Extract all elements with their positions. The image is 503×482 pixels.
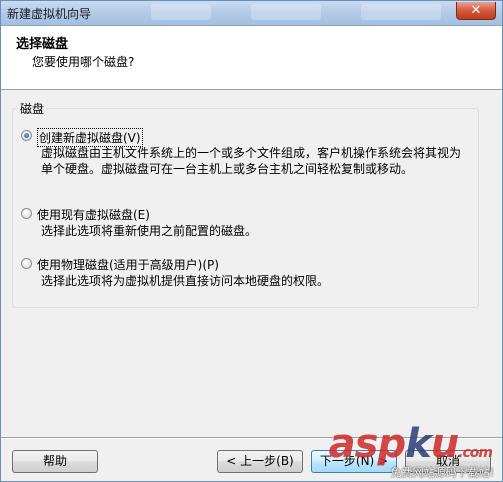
disk-group-legend: 磁盘 (18, 100, 47, 117)
watermark-brand-part: k (405, 421, 432, 467)
background-tab-ghost (151, 4, 211, 20)
site-watermark-logo: aspku.com (328, 421, 493, 467)
radio-button[interactable] (21, 258, 32, 269)
watermark-brand-part: asp (328, 421, 406, 467)
page-subtitle: 您要使用哪个磁盘? (32, 55, 135, 69)
window-title: 新建虚拟机向导 (7, 7, 92, 21)
watermark-brand-part: u (430, 421, 460, 467)
watermark-tagline: 免费网站源码下载站! (390, 466, 494, 479)
description-use-physical-disk: 选择此选项将为虚拟机提供直接访问本地硬盘的权限。 (41, 274, 330, 288)
description-create-new-disk: 虚拟磁盘由主机文件系统上的一个或多个文件组成，客户机操作系统会将其视为单个硬盘。… (41, 146, 462, 176)
close-icon: ✕ (470, 3, 482, 18)
back-button[interactable]: < 上一步(B) (217, 450, 303, 473)
watermark-domain: .com (458, 445, 493, 461)
help-button[interactable]: 帮助 (12, 450, 98, 473)
background-tab-ghost (251, 4, 321, 20)
close-button[interactable]: ✕ (456, 2, 496, 20)
new-vm-wizard-window: 新建虚拟机向导 ✕ 选择磁盘 您要使用哪个磁盘? 磁盘 创建新虚拟磁盘(V) 虚… (0, 0, 503, 482)
radio-button[interactable] (21, 208, 32, 219)
description-use-existing-disk: 选择此选项将重新使用之前配置的磁盘。 (41, 224, 258, 238)
title-bar[interactable]: 新建虚拟机向导 ✕ (1, 1, 502, 26)
wizard-header: 选择磁盘 您要使用哪个磁盘? (1, 26, 502, 90)
radio-button-checked[interactable] (21, 130, 32, 141)
radio-label-use-existing-disk[interactable]: 使用现有虚拟磁盘(E) (37, 206, 150, 223)
radio-label-use-physical-disk[interactable]: 使用物理磁盘(适用于高级用户)(P) (37, 256, 219, 273)
background-tab-ghost (361, 4, 441, 20)
page-title: 选择磁盘 (16, 37, 69, 52)
